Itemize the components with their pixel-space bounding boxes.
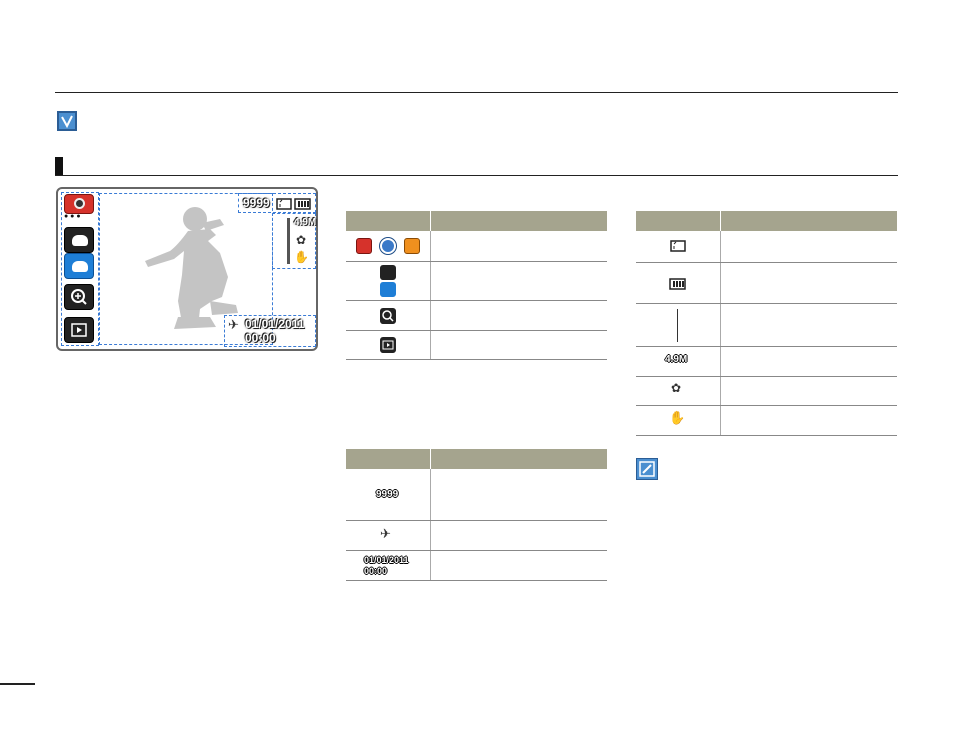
memory-card-icon xyxy=(276,198,292,210)
table-right-header xyxy=(636,211,897,231)
date-stamp-icon: ✈ xyxy=(228,317,239,332)
section-rule xyxy=(55,175,898,176)
battery-cell-icon xyxy=(669,278,686,290)
date-text: 01/01/2011 xyxy=(245,317,305,331)
counter-text: 9999 xyxy=(243,196,270,210)
scene-icon xyxy=(380,265,396,280)
zoom-meter xyxy=(287,218,290,264)
playback-icon xyxy=(346,332,430,358)
table-row xyxy=(636,304,897,347)
footer-rule xyxy=(0,683,35,685)
zoom-meter-cell-icon xyxy=(677,309,678,342)
camera-mode-tile[interactable] xyxy=(64,194,94,214)
zoom-icon xyxy=(346,303,430,329)
counter-cell-text: 9999 xyxy=(376,489,399,500)
macro-cell-icon: ✿ xyxy=(671,381,682,395)
mode-icons xyxy=(346,233,430,259)
resolution-text: 4.9M xyxy=(294,217,317,228)
battery-icon xyxy=(294,198,311,210)
table-left-bottom-header xyxy=(346,449,607,469)
date-stamp-cell-icon: ✈ xyxy=(380,526,391,541)
header-rule xyxy=(55,92,898,93)
smart-mode-icon xyxy=(404,238,420,254)
memory-card-cell-icon xyxy=(670,240,686,252)
scene-tile[interactable] xyxy=(64,227,94,253)
anti-shake-icon: ✋ xyxy=(294,250,309,264)
table-left-top-header xyxy=(346,211,607,231)
note-icon xyxy=(636,458,658,480)
playback-tile[interactable] xyxy=(64,317,94,343)
time-cell-text: 00:00 xyxy=(364,566,388,576)
scene-icons xyxy=(346,264,430,298)
zoom-tile[interactable] xyxy=(64,284,94,310)
time-text: 00:00 xyxy=(245,331,276,345)
anti-shake-cell-icon: ✋ xyxy=(669,410,686,425)
section-marker xyxy=(55,157,63,176)
checkmark-icon xyxy=(57,111,77,131)
date-cell-text: 01/01/2011 xyxy=(364,555,409,565)
macro-icon: ✿ xyxy=(296,233,307,247)
camera-mode-icon xyxy=(356,238,372,254)
scene-selected-icon xyxy=(380,282,396,297)
manual-mode-icon xyxy=(380,238,396,254)
mode-dots-icon: ● ● ● xyxy=(64,213,81,220)
resolution-cell-text: 4.9M xyxy=(665,354,688,365)
scene-selected-tile[interactable] xyxy=(64,253,94,279)
